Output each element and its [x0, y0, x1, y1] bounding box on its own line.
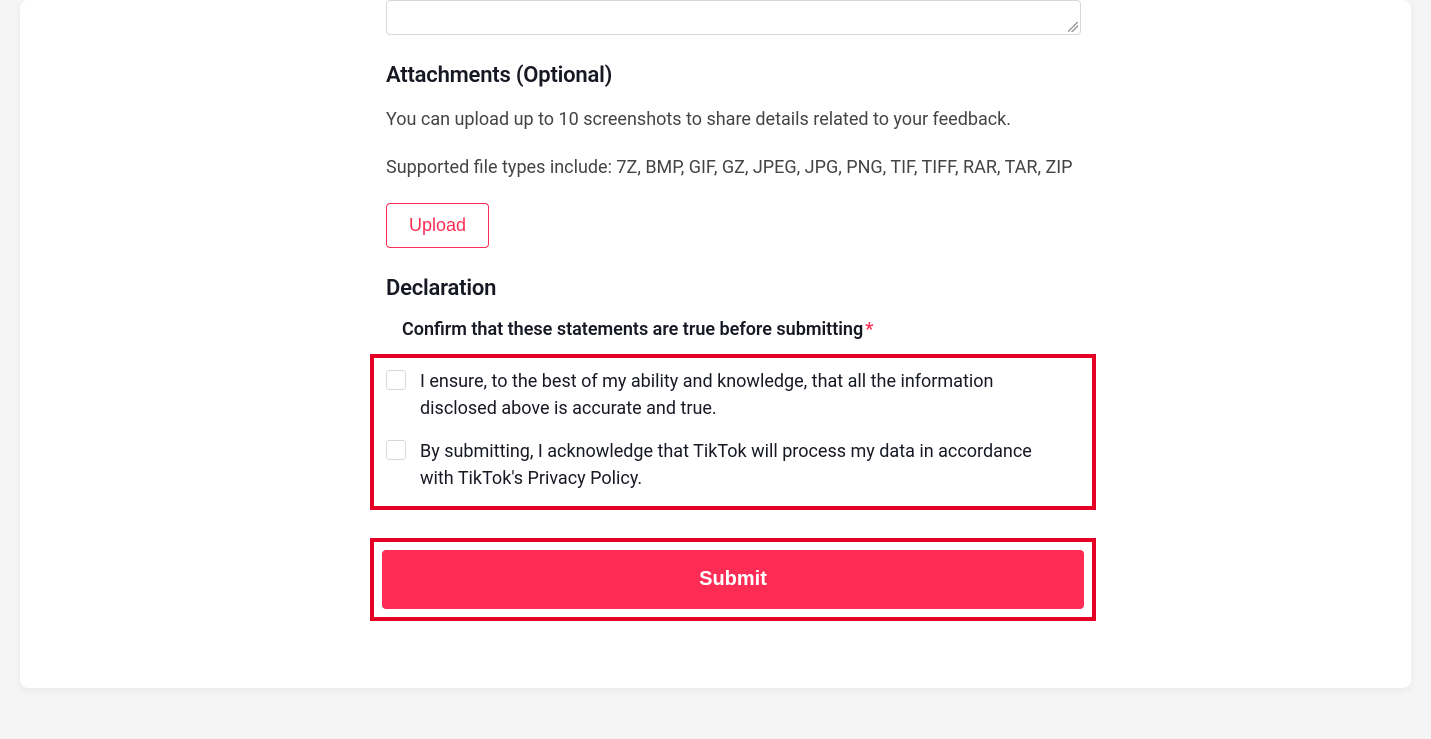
declaration-highlight-box: I ensure, to the best of my ability and … — [370, 354, 1096, 510]
attachments-supported-text: Supported file types include: 7Z, BMP, G… — [386, 152, 1081, 184]
feedback-textarea[interactable] — [386, 0, 1081, 35]
declaration-heading: Declaration — [386, 276, 1086, 301]
upload-button[interactable]: Upload — [386, 203, 489, 248]
declaration-checkbox-1[interactable] — [386, 370, 406, 390]
form-content: Attachments (Optional) You can upload up… — [386, 0, 1086, 621]
declaration-checkbox-2[interactable] — [386, 440, 406, 460]
submit-highlight-box: Submit — [370, 538, 1096, 621]
required-asterisk: * — [865, 319, 873, 340]
declaration-statement-row: I ensure, to the best of my ability and … — [386, 368, 1080, 422]
declaration-statement-row: By submitting, I acknowledge that TikTok… — [386, 438, 1080, 492]
form-card: Attachments (Optional) You can upload up… — [20, 0, 1411, 688]
declaration-confirm-text: Confirm that these statements are true b… — [402, 319, 863, 340]
submit-button[interactable]: Submit — [382, 550, 1084, 609]
declaration-statement-2: By submitting, I acknowledge that TikTok… — [420, 438, 1060, 492]
attachments-helper-text: You can upload up to 10 screenshots to s… — [386, 106, 1086, 134]
declaration-statement-1: I ensure, to the best of my ability and … — [420, 368, 1060, 422]
declaration-confirm-label: Confirm that these statements are true b… — [402, 319, 1086, 340]
attachments-heading: Attachments (Optional) — [386, 63, 1086, 88]
